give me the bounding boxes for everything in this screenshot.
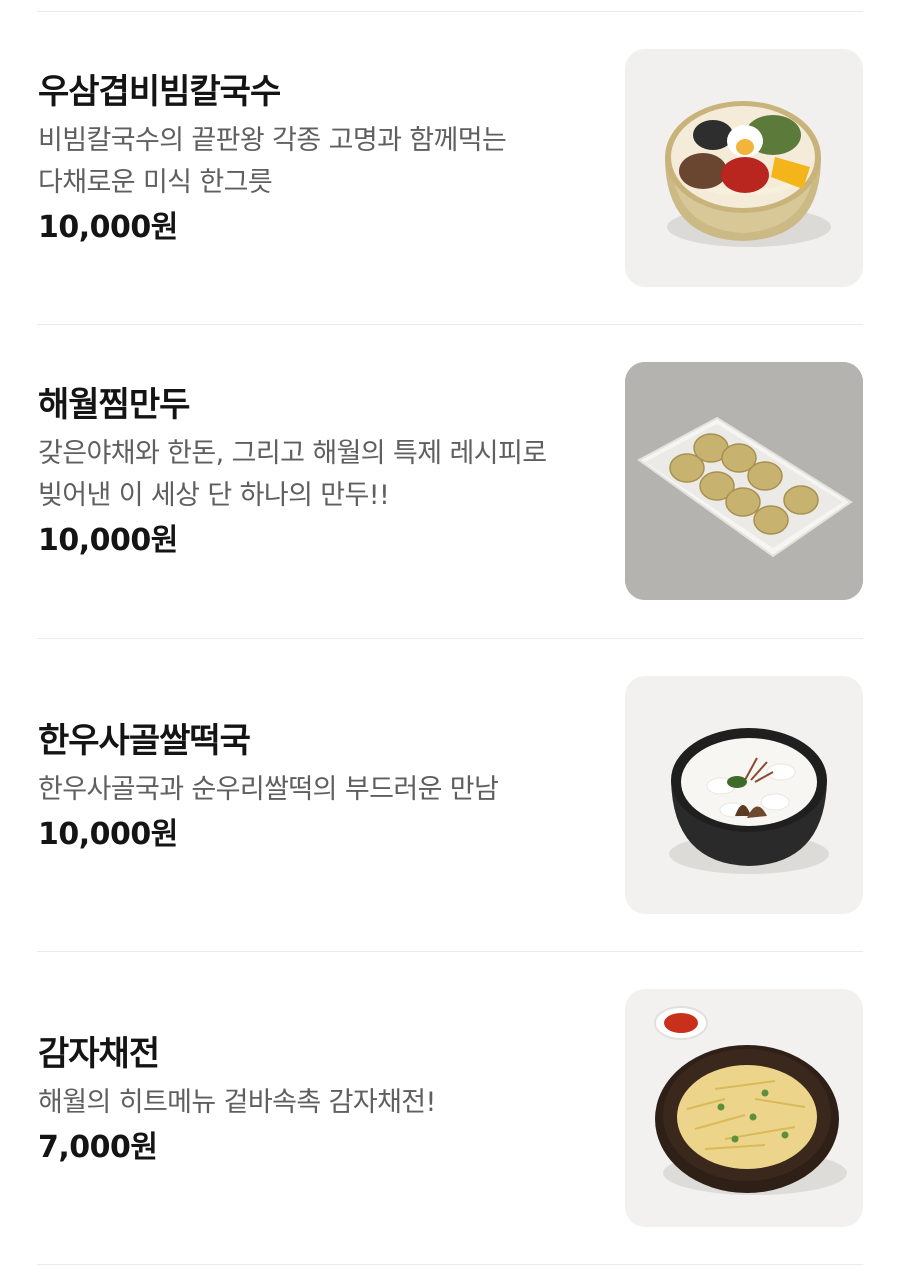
menu-item-price: 7,000원 (38, 1130, 158, 1165)
menu-item-description: 해월의 히트메뉴 겉바속촉 감자채전! (38, 1087, 436, 1118)
bibim-kalguksu-photo-icon (625, 49, 863, 287)
potato-pancake-photo-icon (625, 989, 863, 1227)
menu-item-tteokguk[interactable]: 한우사골쌀떡국 한우사골국과 순우리쌀떡의 부드러운 만남 10,000원 (0, 639, 900, 951)
menu-item-text: 해월찜만두 갖은야채와 한돈, 그리고 해월의 특제 레시피로 빚어낸 이 세상… (38, 383, 598, 561)
menu-item-description: 한우사골국과 순우리쌀떡의 부드러운 만남 (38, 774, 499, 805)
steamed-dumplings-photo-icon (625, 362, 863, 600)
menu-item-description: 갖은야채와 한돈, 그리고 해월의 특제 레시피로 빚어낸 이 세상 단 하나의… (38, 438, 547, 511)
menu-item-text: 감자채전 해월의 히트메뉴 겉바속촉 감자채전! 7,000원 (38, 1032, 598, 1168)
menu-item-price: 10,000원 (38, 523, 178, 558)
tteokguk-photo-icon (625, 676, 863, 914)
menu-item-name: 한우사골쌀떡국 (38, 721, 251, 761)
menu-item-name: 해월찜만두 (38, 385, 190, 425)
menu-item-text: 우삼겹비빔칼국수 비빔칼국수의 끝판왕 각종 고명과 함께먹는 다채로운 미식 … (38, 70, 598, 248)
menu-item-name: 우삼겹비빔칼국수 (38, 72, 281, 112)
menu-item-name: 감자채전 (38, 1034, 160, 1074)
menu-item-price: 10,000원 (38, 210, 178, 245)
menu-item-price: 10,000원 (38, 817, 178, 852)
menu-item-potato-pancake[interactable]: 감자채전 해월의 히트메뉴 겉바속촉 감자채전! 7,000원 (0, 952, 900, 1264)
divider (37, 1264, 863, 1265)
menu-item-text: 한우사골쌀떡국 한우사골국과 순우리쌀떡의 부드러운 만남 10,000원 (38, 719, 598, 855)
menu-item-description: 비빔칼국수의 끝판왕 각종 고명과 함께먹는 다채로운 미식 한그릇 (38, 125, 507, 198)
menu-item-steamed-dumplings[interactable]: 해월찜만두 갖은야채와 한돈, 그리고 해월의 특제 레시피로 빚어낸 이 세상… (0, 325, 900, 637)
menu-item-bibim-kalguksu[interactable]: 우삼겹비빔칼국수 비빔칼국수의 끝판왕 각종 고명과 함께먹는 다채로운 미식 … (0, 12, 900, 324)
